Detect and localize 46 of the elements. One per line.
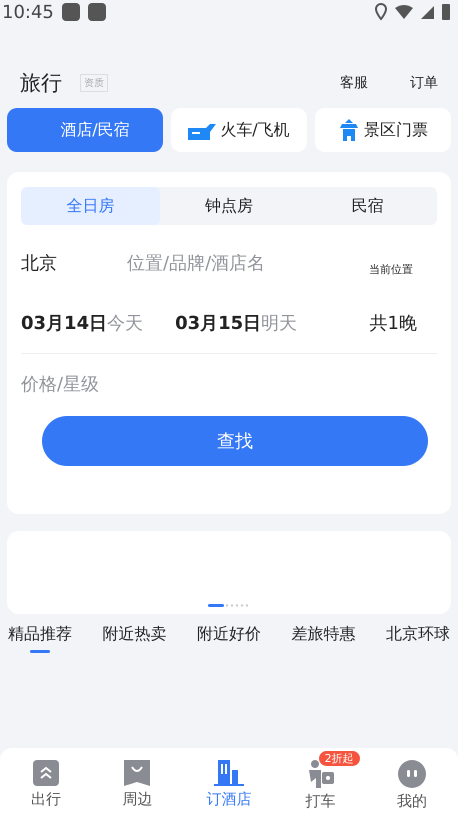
notification-icon	[88, 3, 106, 21]
signal-icon	[421, 6, 434, 18]
feed-tab[interactable]: 差旅特惠	[292, 624, 356, 653]
notification-icon	[62, 3, 80, 21]
location-icon	[375, 3, 387, 21]
chevrons-up-icon	[32, 760, 59, 786]
carousel-dots	[208, 604, 250, 607]
current-location-link[interactable]: 当前位置	[369, 262, 437, 276]
battery-icon	[442, 4, 450, 20]
room-type-tab[interactable]: 民宿	[298, 187, 438, 225]
nav-label: 订酒店	[206, 790, 252, 809]
date-note: 今天	[107, 312, 144, 335]
category-tab[interactable]: 酒店/民宿	[7, 108, 163, 152]
search-button[interactable]: 查找	[42, 416, 428, 466]
wifi-icon	[395, 5, 413, 19]
header-link[interactable]: 订单	[410, 74, 438, 92]
nights-count: 共1晚	[370, 312, 418, 335]
room-type-tab[interactable]: 全日房	[21, 187, 160, 225]
face-icon	[398, 760, 426, 788]
header-link[interactable]: 客服	[340, 74, 368, 92]
date-note: 明天	[261, 312, 298, 335]
discount-badge: 2折起	[318, 751, 360, 766]
nav-tab[interactable]: 出行	[0, 748, 92, 820]
nav-label: 打车	[306, 792, 336, 811]
room-type-tab[interactable]: 钟点房	[160, 187, 298, 225]
bag-icon	[124, 760, 150, 786]
pagoda-icon	[338, 119, 360, 141]
nav-tab[interactable]: 2折起 打车	[274, 748, 366, 820]
feed-tab[interactable]: 北京环球	[386, 624, 450, 653]
nav-tab[interactable]: 周边	[92, 748, 184, 820]
feed-tab[interactable]: 精品推荐	[8, 624, 72, 653]
category-tab[interactable]: 火车/飞机	[171, 108, 307, 152]
check-out-date[interactable]: 03月15日	[175, 311, 262, 335]
city-name[interactable]: 北京	[21, 251, 127, 275]
feed-tab[interactable]: 附近热卖	[102, 624, 166, 653]
nav-label: 出行	[30, 790, 61, 809]
page-title: 旅行	[20, 70, 62, 97]
nav-label: 周边	[122, 790, 152, 809]
check-in-date[interactable]: 03月14日	[21, 311, 108, 335]
nav-tab[interactable]: 订酒店	[183, 748, 275, 820]
nav-label: 我的	[397, 792, 428, 811]
buildings-icon	[214, 760, 244, 786]
status-time: 10:45	[2, 2, 54, 22]
category-tab[interactable]: 景区门票	[315, 108, 451, 152]
nav-tab[interactable]: 我的	[366, 748, 458, 820]
feed-tab[interactable]: 附近好价	[197, 624, 261, 653]
